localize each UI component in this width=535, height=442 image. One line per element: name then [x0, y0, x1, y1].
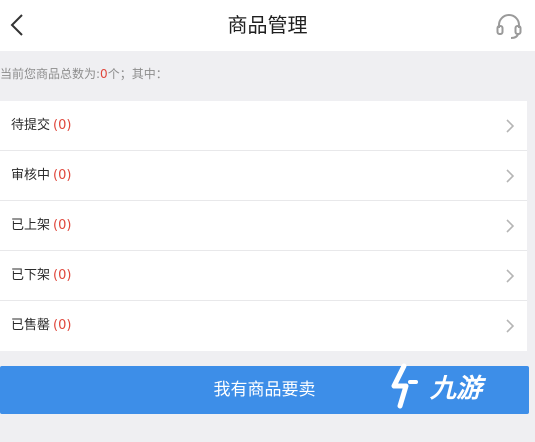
- watermark-text: 九游: [430, 374, 483, 404]
- product-summary: 当前您商品总数为:0个；其中：: [0, 51, 535, 99]
- summary-count: 0: [100, 67, 108, 81]
- list-item-sold-out[interactable]: 已售罄 (0): [0, 301, 527, 351]
- list-item-label: 已售罄 (0): [11, 318, 72, 333]
- summary-suffix: 个；其中：: [107, 67, 168, 81]
- status-list: 待提交 (0) 审核中 (0) 已上架 (0) 已下架 (0) 已售罄 (0): [0, 101, 527, 351]
- chevron-right-icon: [506, 319, 515, 333]
- list-item-label: 审核中 (0): [11, 168, 72, 183]
- list-item-count: (0): [53, 218, 72, 233]
- headset-icon[interactable]: [495, 12, 523, 40]
- chevron-right-icon: [506, 219, 515, 233]
- list-item-reviewing[interactable]: 审核中 (0): [0, 151, 527, 201]
- page-title: 商品管理: [227, 13, 308, 37]
- list-item-delisted[interactable]: 已下架 (0): [0, 251, 527, 301]
- chevron-right-icon: [506, 119, 515, 133]
- chevron-right-icon: [506, 169, 515, 183]
- list-item-count: (0): [53, 318, 72, 333]
- list-item-label: 已下架 (0): [11, 268, 72, 283]
- top-bar: 商品管理: [0, 0, 535, 51]
- list-item-pending[interactable]: 待提交 (0): [0, 101, 527, 151]
- list-item-count: (0): [53, 118, 72, 133]
- summary-prefix: 当前您商品总数为:: [0, 67, 101, 81]
- list-item-count: (0): [53, 168, 72, 183]
- chevron-right-icon: [506, 269, 515, 283]
- list-item-label: 待提交 (0): [11, 118, 72, 133]
- watermark-logo-icon: [391, 363, 418, 409]
- watermark-logo: 九游: [386, 360, 498, 412]
- list-item-count: (0): [53, 268, 72, 283]
- list-item-label: 已上架 (0): [11, 218, 72, 233]
- list-item-listed[interactable]: 已上架 (0): [0, 201, 527, 251]
